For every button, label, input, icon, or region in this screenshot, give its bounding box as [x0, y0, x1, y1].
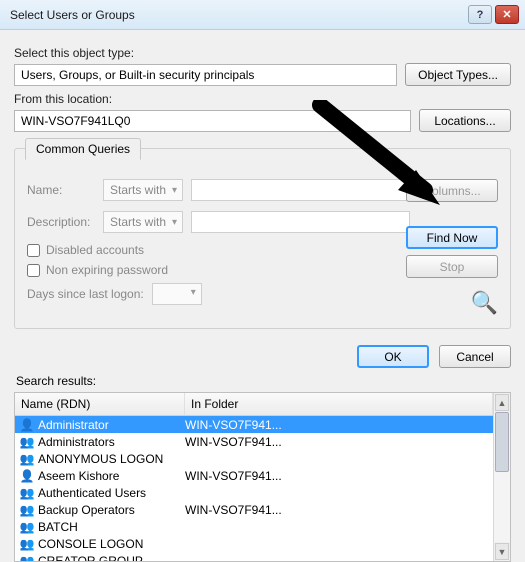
cancel-button[interactable]: Cancel: [439, 345, 511, 368]
table-row[interactable]: 👥BATCH: [15, 518, 493, 535]
days-since-label: Days since last logon:: [27, 287, 144, 301]
columns-button[interactable]: Columns...: [406, 179, 498, 202]
principal-icon: 👥: [19, 503, 35, 517]
principal-icon: 👥: [19, 452, 35, 466]
results-grid: Name (RDN) In Folder 👤AdministratorWIN-V…: [14, 392, 511, 562]
row-folder: WIN-VSO7F941...: [185, 469, 489, 483]
table-row[interactable]: 👥Administrators WIN-VSO7F941...: [15, 433, 493, 450]
row-name: Aseem Kishore: [38, 469, 119, 483]
description-mode-combo[interactable]: Starts with: [103, 211, 183, 233]
name-input[interactable]: [191, 179, 410, 201]
results-header[interactable]: Name (RDN) In Folder: [15, 393, 493, 416]
non-expiring-box[interactable]: [27, 264, 40, 277]
row-name: Administrator: [38, 418, 109, 432]
ok-button[interactable]: OK: [357, 345, 429, 368]
days-since-combo[interactable]: [152, 283, 202, 305]
table-row[interactable]: 👤Administrator WIN-VSO7F941...: [15, 416, 493, 433]
scrollbar[interactable]: ▲ ▼: [493, 393, 510, 561]
locations-button[interactable]: Locations...: [419, 109, 511, 132]
object-type-field[interactable]: [14, 64, 397, 86]
principal-icon: 👥: [19, 486, 35, 500]
principal-icon: 👤: [19, 469, 35, 483]
close-button[interactable]: ✕: [495, 5, 519, 24]
help-button[interactable]: ?: [468, 5, 492, 24]
search-icon: 🔍: [471, 290, 498, 316]
titlebar: Select Users or Groups ? ✕: [0, 0, 525, 30]
description-label: Description:: [27, 215, 95, 229]
col-folder[interactable]: In Folder: [185, 393, 493, 415]
location-label: From this location:: [14, 92, 511, 106]
table-row[interactable]: 👥CONSOLE LOGON: [15, 535, 493, 552]
common-queries-panel: Common Queries Name: Starts with Descrip…: [14, 148, 511, 329]
row-name: CONSOLE LOGON: [38, 537, 143, 551]
row-folder: WIN-VSO7F941...: [185, 435, 489, 449]
disabled-accounts-checkbox[interactable]: Disabled accounts: [27, 243, 410, 257]
row-name: BATCH: [38, 520, 78, 534]
disabled-accounts-box[interactable]: [27, 244, 40, 257]
row-folder: WIN-VSO7F941...: [185, 503, 489, 517]
principal-icon: 👥: [19, 537, 35, 551]
name-mode-combo[interactable]: Starts with: [103, 179, 183, 201]
col-name[interactable]: Name (RDN): [15, 393, 185, 415]
object-type-label: Select this object type:: [14, 46, 511, 60]
tab-common-queries[interactable]: Common Queries: [25, 138, 141, 160]
table-row[interactable]: 👥CREATOR GROUP: [15, 552, 493, 561]
search-results-label: Search results:: [16, 374, 511, 388]
scroll-thumb[interactable]: [495, 412, 509, 472]
scroll-up-icon[interactable]: ▲: [495, 394, 509, 411]
scroll-down-icon[interactable]: ▼: [495, 543, 509, 560]
row-name: CREATOR GROUP: [38, 554, 143, 562]
object-types-button[interactable]: Object Types...: [405, 63, 511, 86]
principal-icon: 👥: [19, 554, 35, 562]
row-name: Administrators: [38, 435, 115, 449]
stop-button[interactable]: Stop: [406, 255, 498, 278]
row-name: ANONYMOUS LOGON: [38, 452, 163, 466]
find-now-button[interactable]: Find Now: [406, 226, 498, 249]
non-expiring-checkbox[interactable]: Non expiring password: [27, 263, 410, 277]
table-row[interactable]: 👥Authenticated Users: [15, 484, 493, 501]
description-input[interactable]: [191, 211, 410, 233]
name-label: Name:: [27, 183, 95, 197]
table-row[interactable]: 👥Backup Operators WIN-VSO7F941...: [15, 501, 493, 518]
row-folder: WIN-VSO7F941...: [185, 418, 489, 432]
window-title: Select Users or Groups: [10, 8, 465, 22]
row-name: Backup Operators: [38, 503, 135, 517]
table-row[interactable]: 👤Aseem Kishore WIN-VSO7F941...: [15, 467, 493, 484]
location-field[interactable]: [14, 110, 411, 132]
principal-icon: 👤: [19, 418, 35, 432]
table-row[interactable]: 👥ANONYMOUS LOGON: [15, 450, 493, 467]
principal-icon: 👥: [19, 520, 35, 534]
row-name: Authenticated Users: [38, 486, 146, 500]
principal-icon: 👥: [19, 435, 35, 449]
